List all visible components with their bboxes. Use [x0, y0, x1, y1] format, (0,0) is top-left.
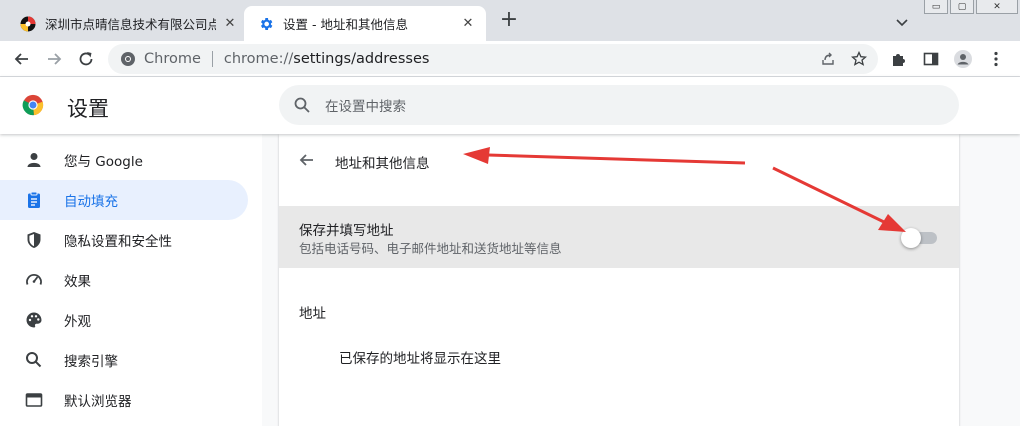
sidebar-item-default-browser[interactable]: 默认浏览器 [0, 380, 248, 420]
sidebar-item-label: 隐私设置和安全性 [64, 234, 172, 250]
sidebar-item-you-and-google[interactable]: 您与 Google [0, 140, 248, 180]
page-title: 设置 [67, 97, 109, 121]
toggle-sublabel: 包括电话号码、电子邮件地址和送货地址等信息 [299, 241, 562, 256]
close-window-button[interactable]: ✕ [976, 0, 1018, 14]
shield-icon [27, 232, 41, 248]
tab-active[interactable]: 设置 - 地址和其他信息 ✕ [244, 6, 486, 41]
settings-sidebar: 您与 Google 自动填充 隐私设置和安全性 效果 外观 搜索引擎 默认浏览器 [0, 134, 262, 426]
toggle-knob [901, 228, 921, 248]
site-favicon-icon [20, 16, 36, 31]
chrome-secure-icon [121, 52, 135, 66]
save-fill-addresses-row[interactable]: 保存并填写地址 包括电话号码、电子邮件地址和送货地址等信息 [279, 206, 959, 268]
window-controls: ▭ ▢ ✕ [924, 0, 1018, 14]
url-text: chrome://settings/addresses [224, 51, 430, 67]
url-prefix: chrome:// [223, 51, 294, 67]
tab-search-chevron-icon[interactable] [892, 12, 912, 32]
tab-close-icon[interactable]: ✕ [222, 16, 238, 32]
tab-close-icon[interactable]: ✕ [460, 16, 476, 32]
new-tab-button[interactable]: + [498, 9, 520, 32]
maximize-button[interactable]: ▢ [950, 0, 974, 14]
palette-icon [26, 312, 42, 328]
chrome-logo-icon [22, 94, 44, 116]
search-placeholder: 在设置中搜索 [325, 99, 406, 115]
tab-strip: 深圳市点晴信息技术有限公司点晴 ✕ 设置 - 地址和其他信息 ✕ + ▭ ▢ ✕ [0, 0, 1020, 41]
search-icon [26, 352, 42, 368]
subpage-header: 地址和其他信息 [279, 134, 959, 187]
addresses-card: 地址和其他信息 保存并填写地址 包括电话号码、电子邮件地址和送货地址等信息 地址… [279, 134, 959, 426]
browser-toolbar: Chrome chrome://settings/addresses [0, 41, 1020, 77]
sidebar-item-appearance[interactable]: 外观 [0, 300, 248, 340]
bookmark-star-icon[interactable] [851, 51, 867, 67]
sidebar-item-label: 默认浏览器 [64, 394, 132, 410]
subpage-title: 地址和其他信息 [335, 156, 430, 172]
back-arrow-icon[interactable] [12, 49, 32, 69]
tab-inactive[interactable]: 深圳市点晴信息技术有限公司点晴 ✕ [8, 6, 248, 41]
sidebar-item-label: 自动填充 [64, 194, 118, 210]
reload-icon[interactable] [76, 49, 96, 69]
toggle-label: 保存并填写地址 [299, 223, 394, 239]
back-arrow-icon[interactable] [297, 150, 317, 170]
browser-icon [25, 393, 43, 407]
sidebar-item-performance[interactable]: 效果 [0, 260, 248, 300]
settings-header: 设置 在设置中搜索 [0, 77, 1020, 134]
sidebar-item-label: 效果 [64, 274, 91, 290]
sidebar-item-autofill[interactable]: 自动填充 [0, 180, 248, 220]
empty-addresses-message: 已保存的地址将显示在这里 [339, 351, 501, 367]
share-icon[interactable] [820, 51, 836, 67]
sidebar-item-label: 搜索引擎 [64, 354, 118, 370]
section-title-addresses: 地址 [299, 306, 326, 322]
extensions-puzzle-icon[interactable] [889, 49, 909, 69]
minimize-button[interactable]: ▭ [924, 0, 948, 14]
sidebar-item-privacy[interactable]: 隐私设置和安全性 [0, 220, 248, 260]
save-addresses-toggle[interactable] [901, 228, 937, 248]
settings-gear-icon [261, 17, 273, 30]
sidebar-item-label: 外观 [64, 314, 91, 330]
profile-avatar-icon[interactable] [953, 49, 973, 69]
person-icon [27, 153, 41, 167]
omnibox-separator [211, 51, 213, 67]
sidebar-item-search-engine[interactable]: 搜索引擎 [0, 340, 248, 380]
address-bar[interactable]: Chrome chrome://settings/addresses [108, 44, 878, 74]
url-path: settings/addresses [293, 51, 430, 67]
sidebar-item-label: 您与 Google [64, 154, 143, 170]
clipboard-icon [28, 191, 40, 208]
more-menu-icon[interactable] [986, 49, 1006, 69]
tab-title: 设置 - 地址和其他信息 [283, 17, 408, 32]
omnibox-chip-label: Chrome [144, 51, 201, 67]
side-panel-icon[interactable] [921, 49, 941, 69]
speedometer-icon [26, 274, 42, 285]
search-icon [294, 97, 310, 113]
settings-search-input[interactable]: 在设置中搜索 [279, 85, 959, 125]
forward-arrow-icon[interactable] [44, 49, 64, 69]
tab-title: 深圳市点晴信息技术有限公司点晴 [45, 17, 216, 32]
